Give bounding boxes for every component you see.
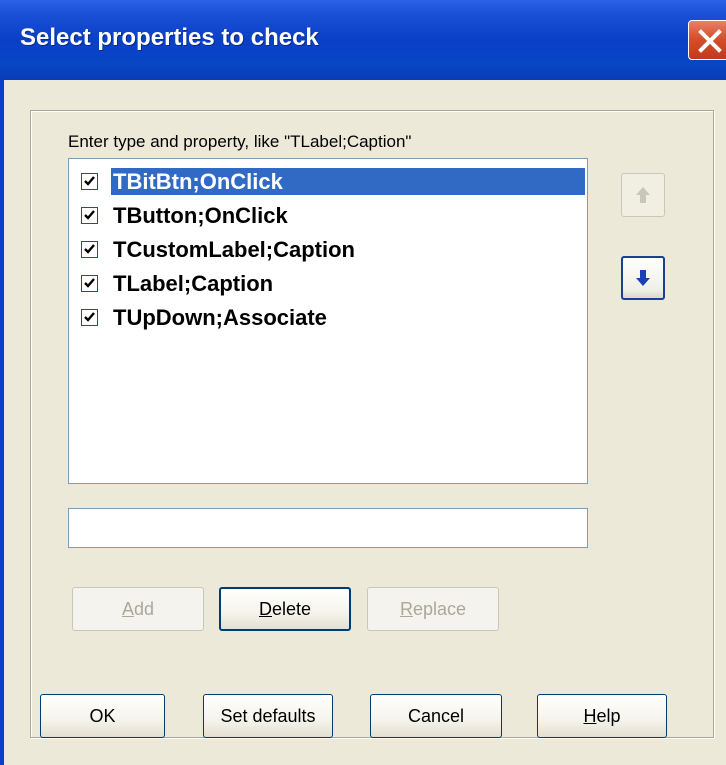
delete-label: elete <box>271 599 312 619</box>
item-checkbox[interactable] <box>81 309 98 326</box>
ok-label: OK <box>89 706 116 726</box>
checkmark-icon <box>84 176 95 186</box>
title-bar[interactable]: Select properties to check <box>0 0 726 80</box>
close-icon <box>698 29 722 53</box>
arrow-up-icon <box>636 187 650 203</box>
delete-button[interactable]: Delete <box>219 587 351 631</box>
list-item[interactable]: TLabel;Caption <box>71 267 585 300</box>
item-checkbox[interactable] <box>81 241 98 258</box>
add-button[interactable]: Add <box>72 587 204 631</box>
cancel-label: Cancel <box>407 706 465 726</box>
item-checkbox[interactable] <box>81 173 98 190</box>
delete-mnemonic: D <box>258 599 272 619</box>
move-up-button[interactable] <box>621 173 665 217</box>
item-label: TUpDown;Associate <box>113 305 327 330</box>
help-mnemonic: H <box>583 706 597 726</box>
help-button[interactable]: Help <box>537 694 667 738</box>
move-down-button[interactable] <box>621 256 665 300</box>
item-label: TButton;OnClick <box>113 203 288 228</box>
close-button[interactable] <box>688 20 726 60</box>
checkmark-icon <box>84 312 95 322</box>
window-title: Select properties to check <box>20 24 319 51</box>
item-label: TLabel;Caption <box>113 271 274 296</box>
help-label: elp <box>596 706 621 726</box>
item-checkbox[interactable] <box>81 275 98 292</box>
dialog-window: Select properties to check Enter type an… <box>0 0 726 765</box>
cancel-button[interactable]: Cancel <box>370 694 502 738</box>
replace-mnemonic: R <box>399 599 413 619</box>
checkmark-icon <box>84 278 95 288</box>
list-item[interactable]: TCustomLabel;Caption <box>71 233 585 266</box>
property-input[interactable] <box>68 508 588 548</box>
add-mnemonic: A <box>121 599 134 619</box>
list-item[interactable]: TUpDown;Associate <box>71 301 585 334</box>
list-item[interactable]: TButton;OnClick <box>71 199 585 232</box>
add-label: dd <box>133 599 155 619</box>
hint-label: Enter type and property, like "TLabel;Ca… <box>68 132 412 151</box>
item-label: TCustomLabel;Caption <box>113 237 355 262</box>
set-defaults-button[interactable]: Set defaults <box>203 694 333 738</box>
checkmark-icon <box>84 210 95 220</box>
item-checkbox[interactable] <box>81 207 98 224</box>
replace-label: eplace <box>412 599 467 619</box>
ok-button[interactable]: OK <box>40 694 165 738</box>
item-label: TBitBtn;OnClick <box>111 168 585 195</box>
replace-button[interactable]: Replace <box>367 587 499 631</box>
checkmark-icon <box>84 244 95 254</box>
arrow-down-icon <box>636 270 650 286</box>
property-listbox[interactable]: TBitBtn;OnClick TButton;OnClick TCustomL… <box>68 158 588 484</box>
list-item[interactable]: TBitBtn;OnClick <box>71 165 585 198</box>
set-defaults-label: Set defaults <box>220 706 316 726</box>
